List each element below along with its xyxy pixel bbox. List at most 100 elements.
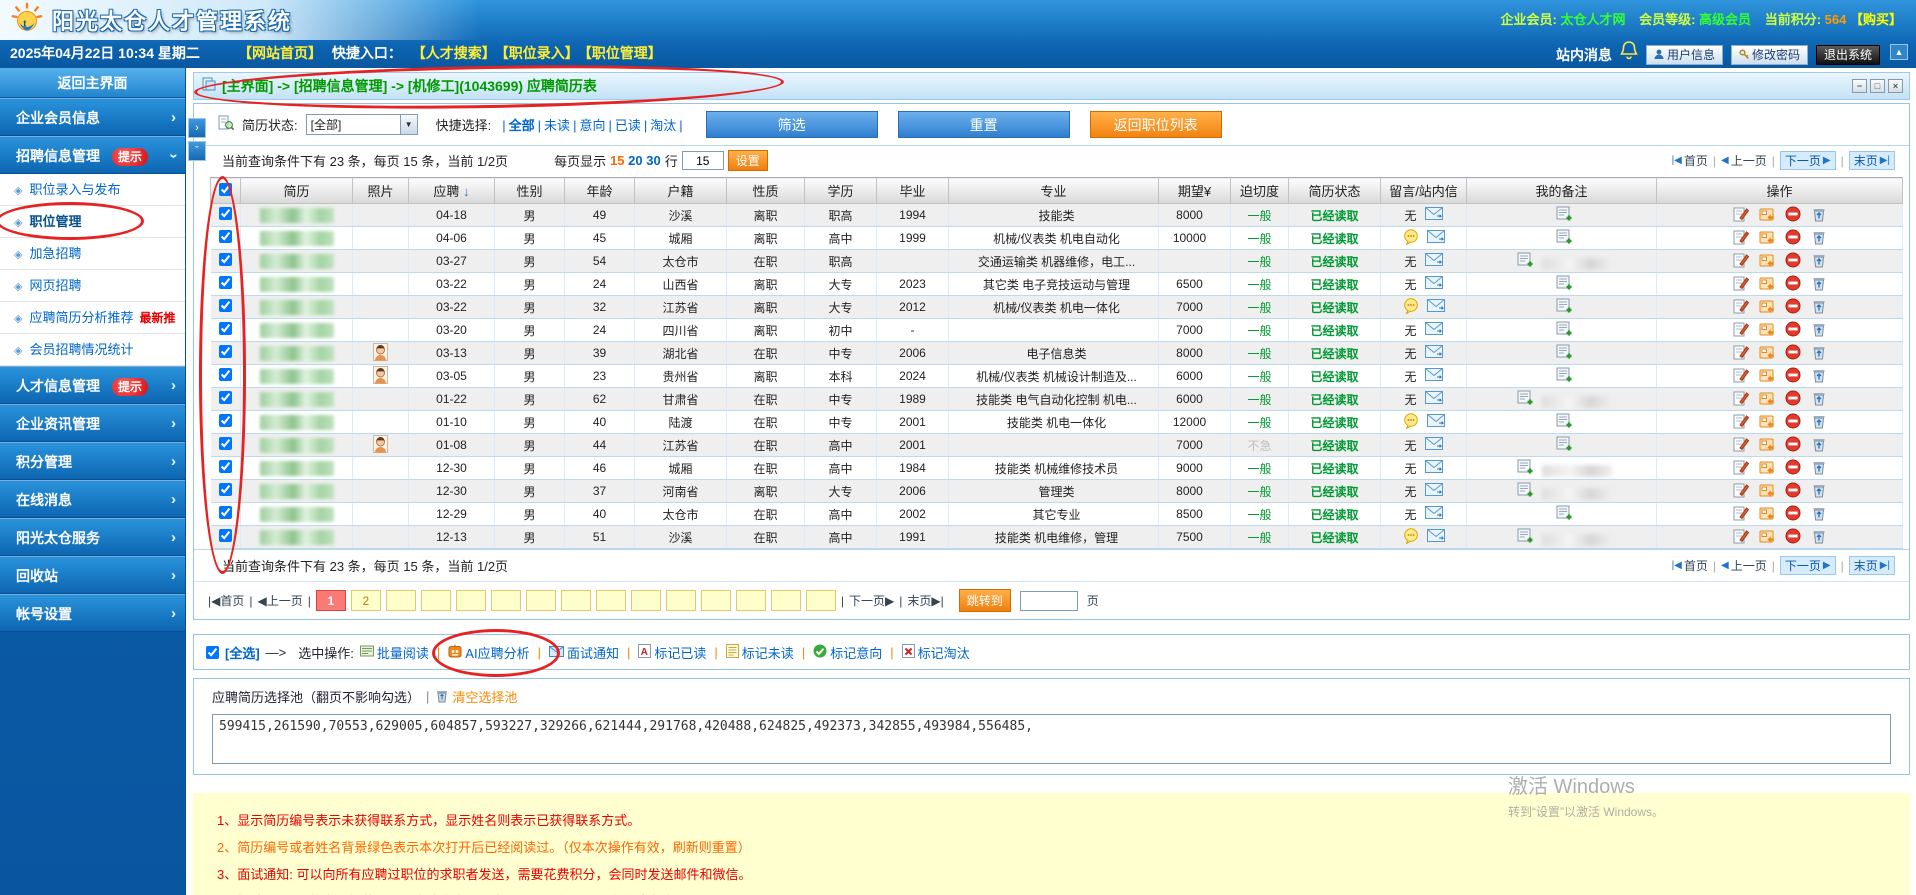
mark-unread-link[interactable]: 标记未读 [725, 643, 794, 662]
interview-invite-icon[interactable] [1759, 275, 1775, 294]
row-checkbox[interactable] [218, 253, 232, 266]
change-password-button[interactable]: 修改密码 [1730, 44, 1808, 65]
column-header-10[interactable]: 期望¥ [1158, 177, 1231, 204]
interview-invite-icon[interactable] [1759, 482, 1775, 501]
column-header-0[interactable]: 简历 [240, 177, 353, 204]
row-checkbox[interactable] [218, 529, 232, 542]
collapse-right-icon[interactable]: › [188, 118, 206, 138]
send-mail-icon[interactable] [1424, 207, 1443, 223]
sidebar-group-1[interactable]: 招聘信息管理 提示 › [0, 136, 185, 174]
page-slot-empty[interactable] [490, 590, 521, 611]
edit-note-icon[interactable] [1733, 528, 1749, 547]
add-note-icon[interactable] [1556, 344, 1573, 362]
sidebar-group-8[interactable]: 帐号设置 › [0, 594, 185, 632]
column-header-1[interactable]: 照片 [352, 177, 409, 204]
interview-invite-icon[interactable] [1759, 206, 1775, 225]
block-icon[interactable] [1785, 436, 1801, 455]
row-checkbox[interactable] [218, 322, 232, 335]
sidebar-group-0[interactable]: 企业会员信息 › [0, 98, 185, 136]
send-mail-icon[interactable] [1424, 483, 1443, 499]
send-mail-icon[interactable] [1424, 460, 1443, 476]
delete-icon[interactable] [1811, 321, 1827, 340]
pool-textarea[interactable]: 599415,261590,70553,629005,604857,593227… [212, 714, 1891, 764]
resume-number-cell[interactable] [240, 456, 353, 480]
edit-note-icon[interactable] [1733, 229, 1749, 248]
block-icon[interactable] [1785, 528, 1801, 547]
sidebar-subitem-2[interactable]: ◈ 加急招聘 [0, 238, 185, 270]
row-checkbox[interactable] [218, 483, 232, 496]
row-checkbox[interactable] [218, 299, 232, 312]
page-button-1[interactable]: 1 [315, 590, 346, 611]
first-page-link[interactable]: |◀首页 [1672, 152, 1708, 169]
row-checkbox[interactable] [218, 230, 232, 243]
resume-number-cell[interactable] [240, 502, 353, 526]
column-header-15[interactable]: 操作 [1656, 177, 1903, 204]
resume-number-cell[interactable] [240, 433, 353, 457]
maximize-icon[interactable]: □ [1870, 79, 1885, 93]
minimize-icon[interactable]: − [1852, 79, 1867, 93]
resume-number-cell[interactable] [240, 203, 353, 227]
quick-link-0[interactable]: 【人才搜索】 [412, 45, 496, 61]
add-note-icon[interactable] [1556, 206, 1573, 224]
sidebar-subitem-4[interactable]: ◈应聘简历分析推荐最新推出 [0, 302, 185, 358]
resume-number-cell[interactable] [240, 226, 353, 250]
select-all-label[interactable]: [全选] [225, 643, 260, 662]
block-icon[interactable] [1785, 229, 1801, 248]
send-mail-icon[interactable] [1426, 299, 1445, 315]
page-slot-empty[interactable] [420, 590, 451, 611]
add-note-icon[interactable] [1556, 436, 1573, 454]
row-checkbox[interactable] [218, 391, 232, 404]
sidebar-subitem-0[interactable]: ◈ 职位录入与发布 [0, 174, 185, 206]
edit-note-icon[interactable] [1733, 436, 1749, 455]
block-icon[interactable] [1785, 367, 1801, 386]
sidebar-group-5[interactable]: 在线消息 › [0, 480, 185, 518]
edit-note-icon[interactable] [1733, 275, 1749, 294]
scroll-top-button[interactable]: ▲ [1890, 44, 1908, 60]
clear-pool-link[interactable]: 清空选择池 [435, 687, 517, 706]
quick-option-2[interactable]: 意向 [579, 118, 605, 133]
next-page-link[interactable]: 下一页▶ [1779, 556, 1836, 575]
ai-analysis-link[interactable]: AI应聘分析 [432, 628, 561, 677]
row-checkbox[interactable] [218, 207, 232, 220]
send-mail-icon[interactable] [1424, 391, 1443, 407]
delete-icon[interactable] [1811, 252, 1827, 271]
resume-number-cell[interactable] [240, 479, 353, 503]
page-slot-empty[interactable] [560, 590, 591, 611]
delete-icon[interactable] [1811, 206, 1827, 225]
edit-note-icon[interactable] [1733, 459, 1749, 478]
sidebar-group-7[interactable]: 回收站 › [0, 556, 185, 594]
row-checkbox[interactable] [218, 460, 232, 473]
add-note-icon[interactable] [1517, 252, 1534, 270]
add-note-icon[interactable] [1556, 298, 1573, 316]
block-icon[interactable] [1785, 390, 1801, 409]
page-slot-empty[interactable] [805, 590, 836, 611]
send-mail-icon[interactable] [1424, 368, 1443, 384]
prev-page-link[interactable]: ◀上一页 [258, 592, 303, 609]
edit-note-icon[interactable] [1733, 390, 1749, 409]
next-page-link[interactable]: 下一页▶ [849, 592, 894, 609]
edit-note-icon[interactable] [1733, 367, 1749, 386]
message-bubble-icon[interactable] [1403, 228, 1419, 248]
block-icon[interactable] [1785, 275, 1801, 294]
block-icon[interactable] [1785, 298, 1801, 317]
resume-number-cell[interactable] [240, 272, 353, 296]
page-slot-empty[interactable] [595, 590, 626, 611]
send-mail-icon[interactable] [1424, 345, 1443, 361]
resume-number-cell[interactable] [240, 318, 353, 342]
page-slot-empty[interactable] [770, 590, 801, 611]
interview-invite-icon[interactable] [1759, 321, 1775, 340]
quick-option-1[interactable]: 未读 [544, 118, 570, 133]
row-checkbox[interactable] [218, 437, 232, 450]
back-to-main-button[interactable]: 返回主界面 [0, 68, 185, 98]
sidebar-group-6[interactable]: 阳光太仓服务 › [0, 518, 185, 556]
column-header-6[interactable]: 性质 [726, 177, 805, 204]
sidebar-subitem-5[interactable]: ◈ 会员招聘情况统计 [0, 334, 185, 366]
per-page-option-15[interactable]: 15 [610, 153, 624, 168]
interview-invite-icon[interactable] [1759, 229, 1775, 248]
back-to-jobs-button[interactable]: 返回职位列表 [1089, 111, 1222, 138]
row-checkbox[interactable] [218, 276, 232, 289]
delete-icon[interactable] [1811, 344, 1827, 363]
delete-icon[interactable] [1811, 298, 1827, 317]
delete-icon[interactable] [1811, 367, 1827, 386]
interview-invite-icon[interactable] [1759, 390, 1775, 409]
